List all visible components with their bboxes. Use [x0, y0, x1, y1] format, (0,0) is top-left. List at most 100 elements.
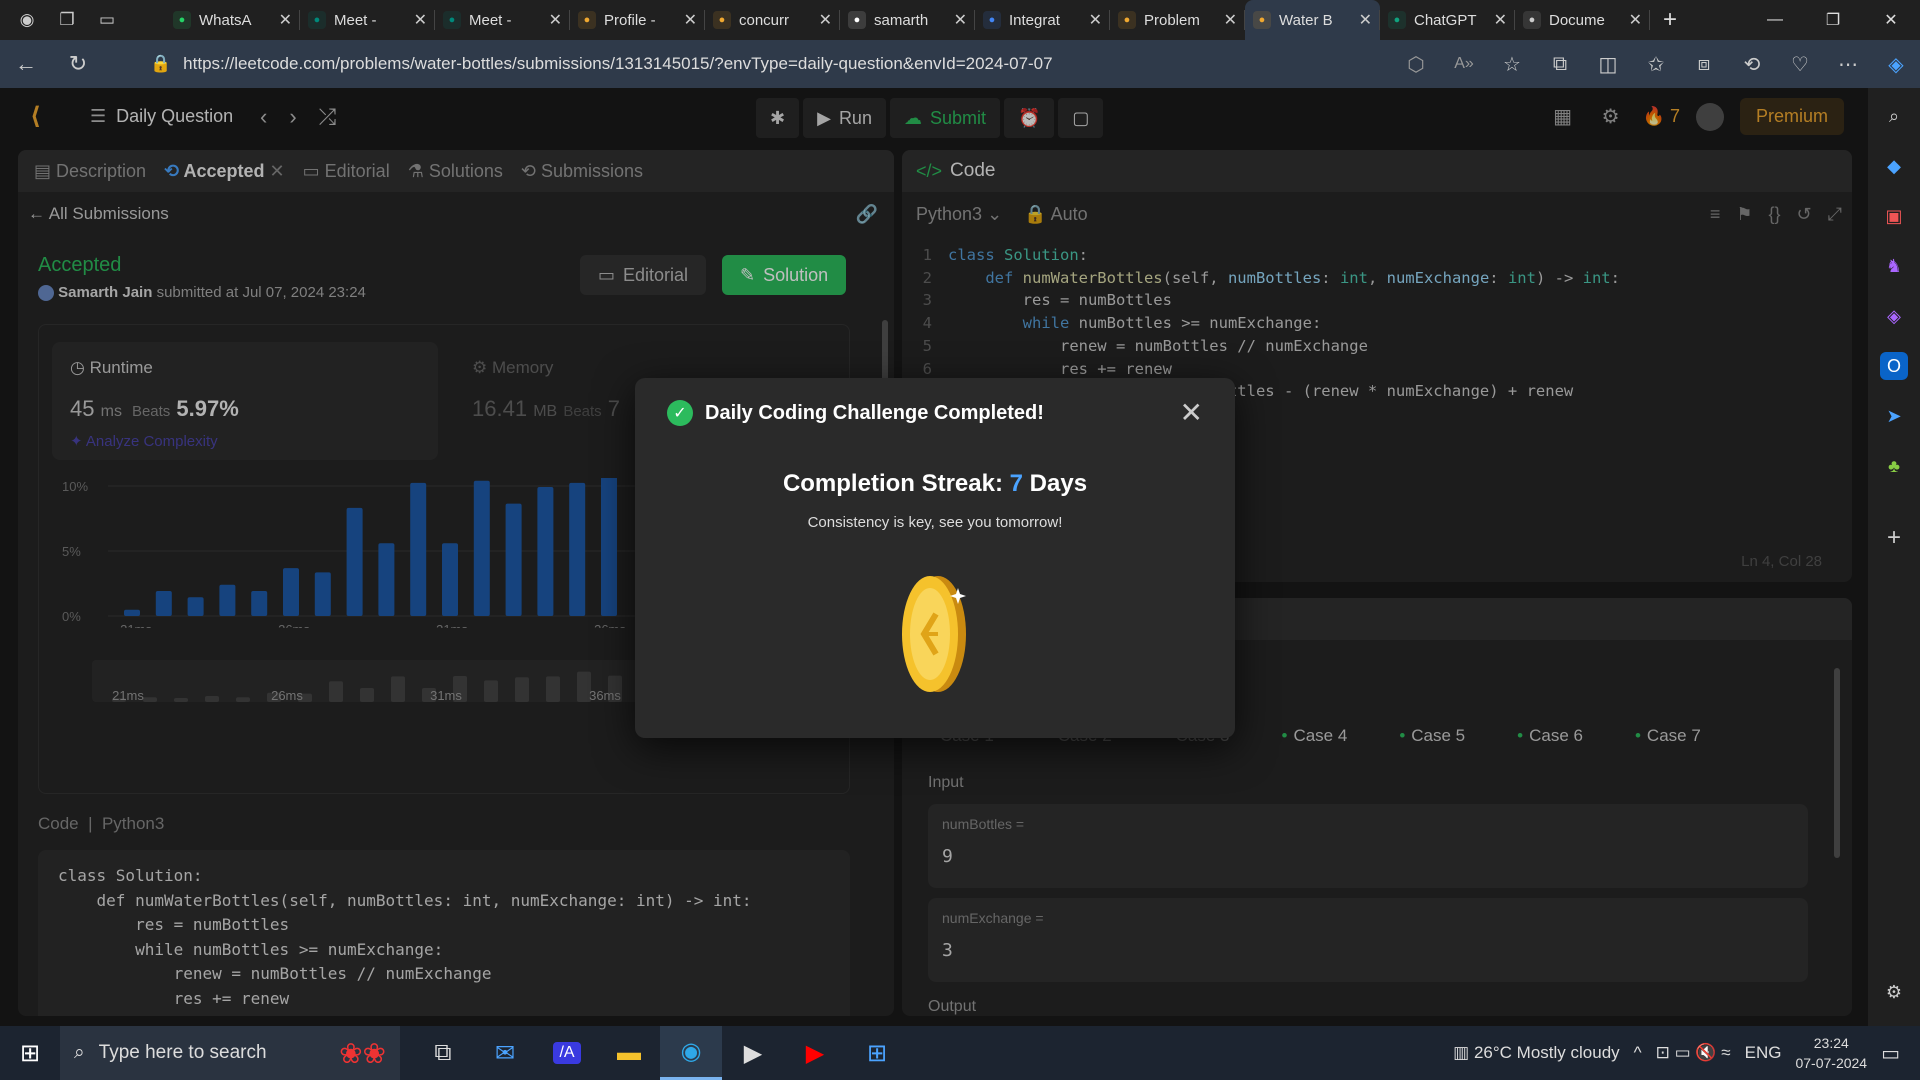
- send-icon[interactable]: ➤: [1880, 402, 1908, 430]
- youtube-icon[interactable]: ▶: [784, 1026, 846, 1080]
- close-tab-icon[interactable]: ✕: [684, 10, 697, 30]
- streak-suffix: Days: [1029, 470, 1088, 497]
- maximize-button[interactable]: ❐: [1804, 0, 1862, 40]
- tab-list: ● WhatsA ✕ ● Meet - ✕ ● Meet - ✕ ● Profile - ✕ ● co…: [165, 0, 1650, 40]
- browser-tab[interactable]: ● concurr ✕: [705, 0, 840, 40]
- close-tab-icon[interactable]: ✕: [1629, 10, 1642, 30]
- streak-prefix: Completion Streak:: [782, 470, 1003, 497]
- weather-icon: ▥: [1453, 1043, 1470, 1062]
- window-controls: — ❐ ✕: [1746, 0, 1920, 40]
- file-explorer-icon[interactable]: ▬: [598, 1026, 660, 1080]
- chatgpt-icon: ●: [1388, 11, 1406, 29]
- sidebar-settings-icon[interactable]: ⚙: [1880, 978, 1908, 1006]
- favorite-star-icon[interactable]: ☆: [1488, 52, 1536, 77]
- browser-tab[interactable]: ● WhatsA ✕: [165, 0, 300, 40]
- back-icon[interactable]: ←: [0, 51, 52, 77]
- vscode-like-icon[interactable]: /A: [536, 1026, 598, 1080]
- close-tab-icon[interactable]: ✕: [819, 10, 832, 30]
- leetcode-icon: ●: [1118, 11, 1136, 29]
- browser-tab[interactable]: ● Meet - ✕: [435, 0, 570, 40]
- close-tab-icon[interactable]: ✕: [414, 10, 427, 30]
- browser-tab[interactable]: ● Profile - ✕: [570, 0, 705, 40]
- tab-title: WhatsA: [199, 11, 252, 29]
- address-bar: ← ↻ 🔒 https://leetcode.com/problems/wate…: [0, 40, 1920, 88]
- meet-icon: ●: [443, 11, 461, 29]
- add-app-icon[interactable]: +: [1880, 524, 1908, 552]
- notifications-icon[interactable]: ▭: [1881, 1041, 1900, 1066]
- outlook-icon[interactable]: O: [1880, 352, 1908, 380]
- lock-icon: 🔒: [150, 54, 172, 73]
- split-screen-icon[interactable]: ◫: [1584, 52, 1632, 77]
- extensions-icon[interactable]: ⧉: [1536, 53, 1584, 76]
- tab-actions-icon[interactable]: ▭: [94, 7, 120, 33]
- workspaces-icon[interactable]: ❐: [54, 7, 80, 33]
- weather-text: 26°C Mostly cloudy: [1473, 1043, 1620, 1062]
- close-tab-icon[interactable]: ✕: [1224, 10, 1237, 30]
- challenge-completed-modal: ✓ Daily Coding Challenge Completed! ✕ Com…: [635, 378, 1235, 738]
- network-icons[interactable]: ⊡ ▭ 🔇 ≈: [1656, 1043, 1731, 1063]
- favorites-icon[interactable]: ✩: [1632, 52, 1680, 77]
- edge-browser-icon[interactable]: ◉: [660, 1026, 722, 1080]
- modal-title-text: Daily Coding Challenge Completed!: [705, 401, 1044, 424]
- windows-taskbar: ⊞ ⌕ Type here to search ❀❀ ⧉ ✉ /A ▬ ◉ ▶ …: [0, 1026, 1920, 1080]
- clock[interactable]: 23:24 07-07-2024: [1795, 1033, 1867, 1073]
- new-tab-button[interactable]: +: [1650, 6, 1690, 34]
- meet-icon: ●: [308, 11, 326, 29]
- collections-icon[interactable]: ⧈: [1680, 53, 1728, 76]
- store-icon[interactable]: ⊞: [846, 1026, 908, 1080]
- modal-title: ✓ Daily Coding Challenge Completed!: [667, 400, 1044, 426]
- document-icon: ●: [1523, 11, 1541, 29]
- browser-tab-bar: ◉ ❐ ▭ ● WhatsA ✕ ● Meet - ✕ ● Meet - ✕ ● Profile…: [0, 0, 1920, 40]
- shopping-icon[interactable]: ◆: [1880, 152, 1908, 180]
- read-aloud-icon[interactable]: A»: [1440, 55, 1488, 73]
- close-tab-icon[interactable]: ✕: [549, 10, 562, 30]
- close-tab-icon[interactable]: ✕: [1089, 10, 1102, 30]
- tag-icon[interactable]: ⬡: [1392, 52, 1440, 77]
- copilot-app-icon[interactable]: ◈: [1880, 302, 1908, 330]
- tools-icon[interactable]: ▣: [1880, 202, 1908, 230]
- copilot-icon[interactable]: ◈: [1872, 52, 1920, 77]
- check-icon: ✓: [667, 400, 693, 426]
- tab-title: ChatGPT: [1414, 11, 1477, 29]
- browser-tab[interactable]: ● Docume ✕: [1515, 0, 1650, 40]
- show-hidden-icon[interactable]: ^: [1634, 1043, 1642, 1063]
- tab-title: concurr: [739, 11, 790, 29]
- search-icon[interactable]: ⌕: [1880, 102, 1908, 130]
- tab-title: Meet -: [334, 11, 377, 29]
- close-tab-icon[interactable]: ✕: [954, 10, 967, 30]
- close-window-button[interactable]: ✕: [1862, 0, 1920, 40]
- mail-icon[interactable]: ✉: [474, 1026, 536, 1080]
- clock-time: 23:24: [1813, 1035, 1849, 1051]
- browser-tab[interactable]: ● Problem ✕: [1110, 0, 1245, 40]
- close-tab-icon[interactable]: ✕: [279, 10, 292, 30]
- tree-icon[interactable]: ♣: [1880, 452, 1908, 480]
- weather-widget[interactable]: ▥ 26°C Mostly cloudy: [1453, 1043, 1619, 1063]
- tab-title: Integrat: [1009, 11, 1060, 29]
- browser-tab[interactable]: ● Meet - ✕: [300, 0, 435, 40]
- task-view-icon[interactable]: ⧉: [412, 1026, 474, 1080]
- minimize-button[interactable]: —: [1746, 0, 1804, 40]
- games-icon[interactable]: ♞: [1880, 252, 1908, 280]
- more-menu-icon[interactable]: ⋯: [1824, 52, 1872, 77]
- performance-icon[interactable]: ♡: [1776, 52, 1824, 77]
- clock-date: 07-07-2024: [1795, 1055, 1868, 1071]
- close-tab-icon[interactable]: ✕: [1359, 10, 1372, 30]
- modal-close-icon[interactable]: ✕: [1180, 396, 1203, 429]
- media-player-icon[interactable]: ▶: [722, 1026, 784, 1080]
- browser-tab[interactable]: ● samarth ✕: [840, 0, 975, 40]
- browser-tab[interactable]: ● ChatGPT ✕: [1380, 0, 1515, 40]
- history-icon[interactable]: ⟲: [1728, 52, 1776, 77]
- coin-icon: [902, 576, 966, 692]
- github-icon: ●: [848, 11, 866, 29]
- taskbar-search[interactable]: ⌕ Type here to search ❀❀: [60, 1026, 400, 1080]
- url-field[interactable]: 🔒 https://leetcode.com/problems/water-bo…: [140, 46, 1440, 82]
- profile-avatar-icon[interactable]: ◉: [14, 7, 40, 33]
- url-text: https://leetcode.com/problems/water-bott…: [183, 54, 1053, 73]
- search-placeholder: Type here to search: [98, 1042, 267, 1063]
- browser-tab[interactable]: ● Water B ✕: [1245, 0, 1380, 40]
- windows-start-icon[interactable]: ⊞: [0, 1039, 60, 1068]
- browser-tab[interactable]: ● Integrat ✕: [975, 0, 1110, 40]
- refresh-icon[interactable]: ↻: [52, 51, 104, 77]
- language-indicator[interactable]: ENG: [1745, 1043, 1782, 1063]
- close-tab-icon[interactable]: ✕: [1494, 10, 1507, 30]
